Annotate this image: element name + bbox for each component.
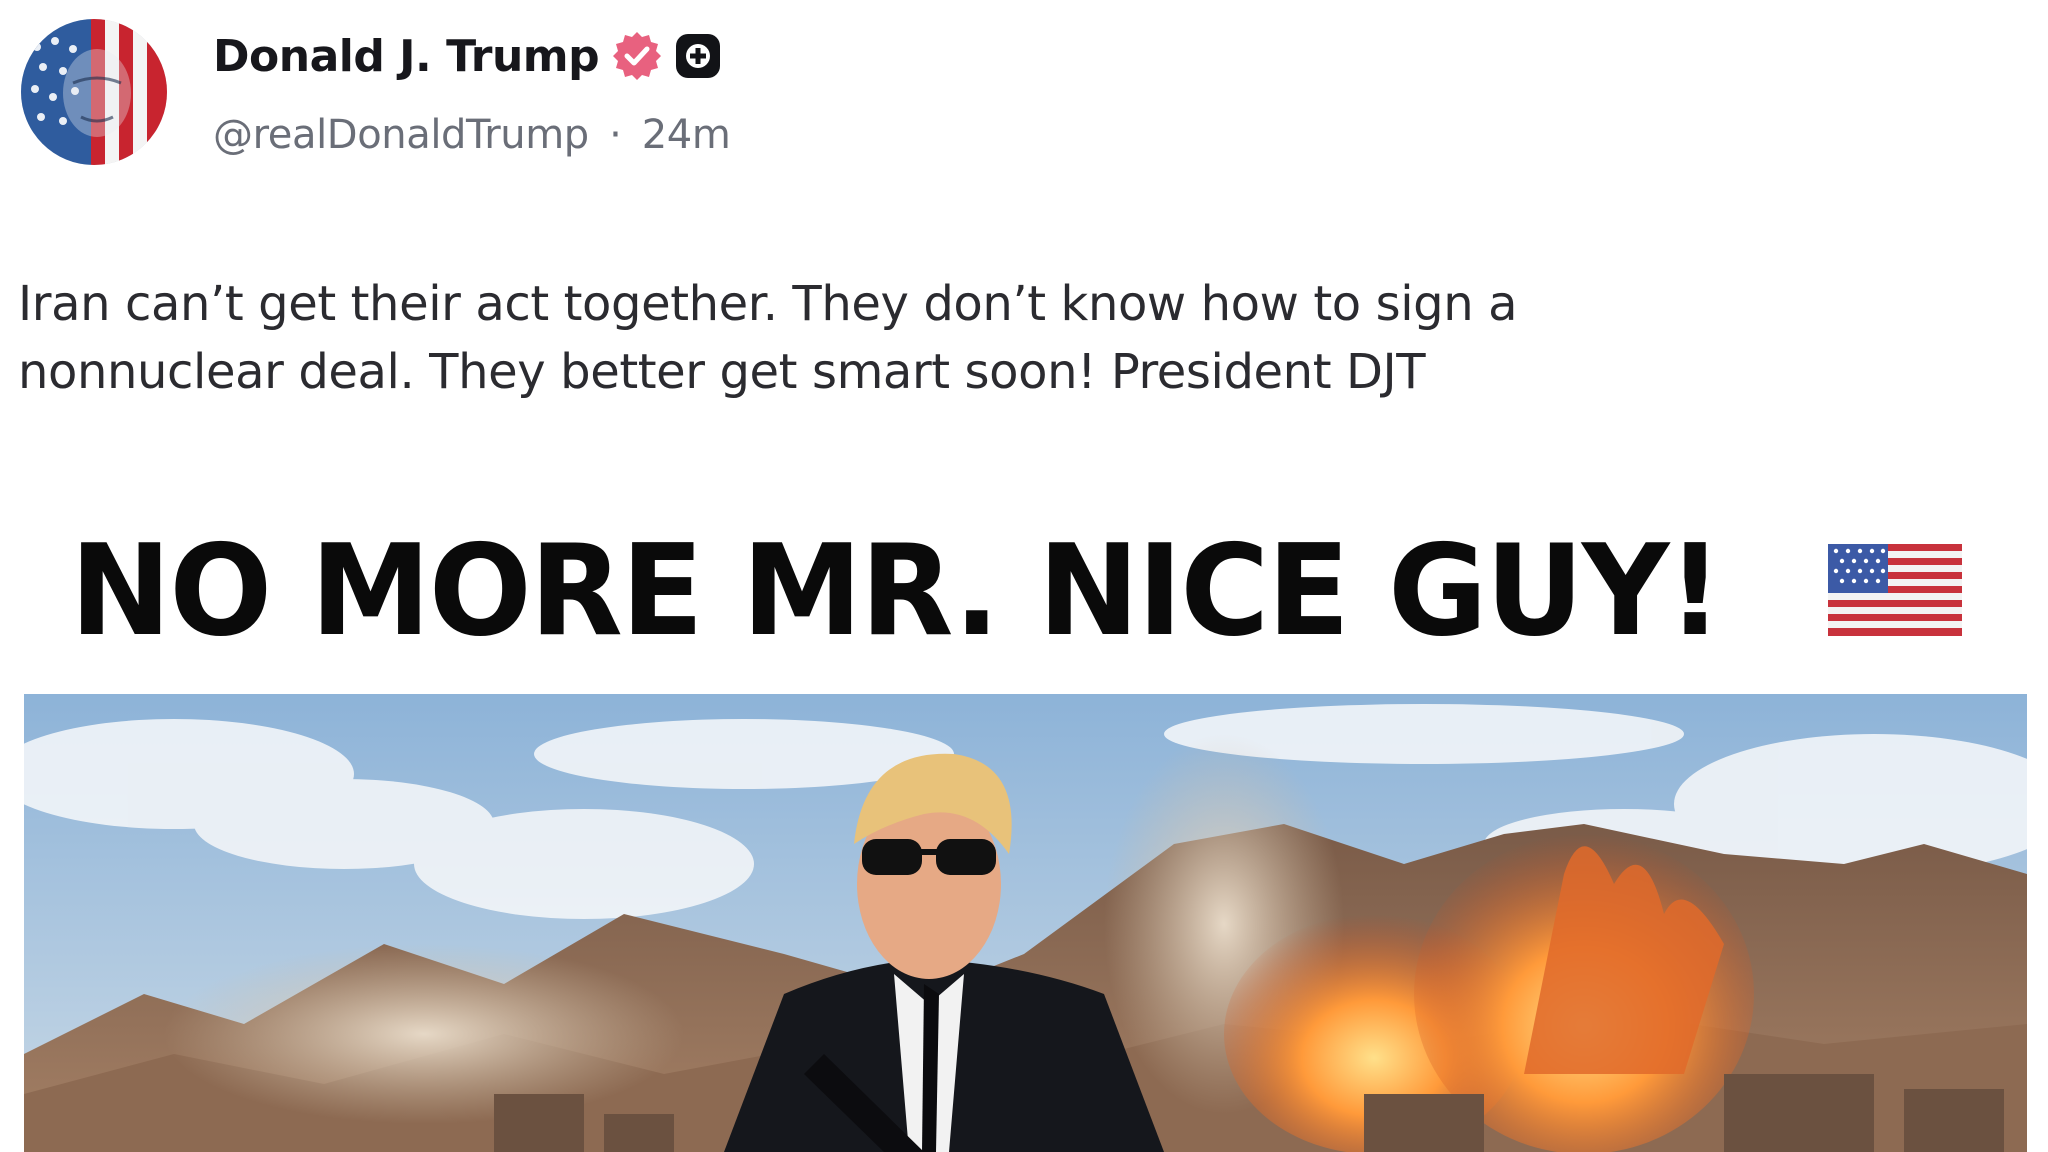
post-timestamp[interactable]: 24m	[642, 112, 731, 158]
us-flag-icon	[1827, 544, 1962, 636]
meme-headline: NO MORE MR. NICE GUY!	[70, 517, 1962, 664]
author-meta: @realDonaldTrump · 24m	[213, 112, 731, 158]
plus-badge-icon	[676, 34, 721, 78]
meme-photo	[24, 694, 2027, 1152]
avatar-image	[21, 19, 167, 165]
meme-headline-text: NO MORE MR. NICE GUY!	[70, 516, 1723, 664]
meta-separator: ·	[609, 112, 622, 158]
verified-badge-icon	[613, 32, 662, 80]
post-text: Iran can’t get their act together. They …	[18, 276, 1518, 400]
author-handle[interactable]: @realDonaldTrump	[213, 112, 589, 158]
author-name-row: Donald J. Trump	[213, 26, 721, 86]
author-avatar[interactable]	[21, 19, 167, 165]
author-display-name[interactable]: Donald J. Trump	[213, 31, 600, 82]
meme-photo-illustration	[24, 694, 2027, 1152]
